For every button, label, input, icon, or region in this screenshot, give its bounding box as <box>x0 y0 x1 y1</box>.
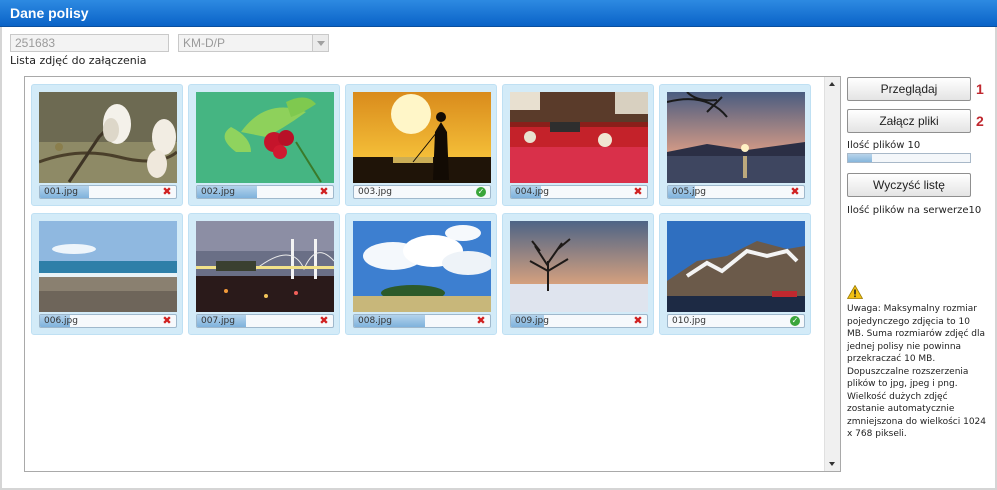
file-progress-bar: 005.jpg ✖ <box>667 185 805 199</box>
clear-list-button[interactable]: Wyczyść listę <box>847 173 971 197</box>
title-bar: Dane polisy <box>0 0 997 27</box>
photo-thumbnail[interactable] <box>196 92 334 183</box>
remove-file-icon[interactable]: ✖ <box>476 315 486 326</box>
photo-tile: 005.jpg ✖ <box>659 84 811 206</box>
file-progress-bar: 006.jpg ✖ <box>39 314 177 328</box>
policy-number-field[interactable]: 251683 <box>10 34 169 52</box>
upload-notice-text: Uwaga: Maksymalny rozmiar pojedynczego z… <box>847 304 987 439</box>
photo-gallery: 001.jpg ✖ 002.jpg ✖ 003.jpg ✓ 004.jpg ✖ … <box>24 76 841 472</box>
photo-thumbnail[interactable] <box>667 221 805 312</box>
remove-file-icon[interactable]: ✖ <box>790 186 800 197</box>
step-number-2: 2 <box>976 113 984 129</box>
beach-shore-image <box>39 221 177 312</box>
remove-file-icon[interactable]: ✖ <box>633 186 643 197</box>
file-name: 004.jpg <box>515 187 549 197</box>
red-berries-image <box>196 92 334 183</box>
attach-files-button[interactable]: Załącz pliki <box>847 109 971 133</box>
photo-thumbnail[interactable] <box>353 92 491 183</box>
photo-thumbnail[interactable] <box>667 92 805 183</box>
file-progress-bar: 008.jpg ✖ <box>353 314 491 328</box>
remove-file-icon[interactable]: ✖ <box>162 315 172 326</box>
file-count-progress-fill <box>848 154 873 162</box>
file-name: 009.jpg <box>515 316 549 326</box>
file-progress-bar: 004.jpg ✖ <box>510 185 648 199</box>
file-name: 001.jpg <box>44 187 78 197</box>
photo-thumbnail[interactable] <box>196 221 334 312</box>
photo-list-label: Lista zdjęć do załączenia <box>10 54 147 67</box>
file-progress-bar: 002.jpg ✖ <box>196 185 334 199</box>
photo-tile: 004.jpg ✖ <box>502 84 654 206</box>
winter-tree-sunset-image <box>510 221 648 312</box>
photo-thumbnail[interactable] <box>510 92 648 183</box>
photo-tile: 003.jpg ✓ <box>345 84 497 206</box>
scroll-down-icon[interactable] <box>825 456 840 471</box>
lake-sunset-image <box>667 92 805 183</box>
page-title: Dane polisy <box>10 5 89 21</box>
frame-border-left <box>0 27 2 490</box>
photo-tile: 001.jpg ✖ <box>31 84 183 206</box>
file-count-progress <box>847 153 971 163</box>
photo-tile: 006.jpg ✖ <box>31 213 183 335</box>
policy-type-value: KM-D/P <box>183 36 225 50</box>
magnolia-flowers-image <box>39 92 177 183</box>
file-name: 005.jpg <box>672 187 706 197</box>
photo-thumbnail[interactable] <box>510 221 648 312</box>
file-name: 007.jpg <box>201 316 235 326</box>
chevron-down-icon[interactable] <box>312 35 328 51</box>
sunset-fisherman-image <box>353 92 491 183</box>
policy-type-select[interactable]: KM-D/P <box>178 34 329 52</box>
photo-tile: 008.jpg ✖ <box>345 213 497 335</box>
photo-thumbnail[interactable] <box>353 221 491 312</box>
remove-file-icon[interactable]: ✖ <box>633 315 643 326</box>
file-progress-bar: 001.jpg ✖ <box>39 185 177 199</box>
mountain-village-image <box>667 221 805 312</box>
scroll-up-icon[interactable] <box>825 77 840 92</box>
photo-tile: 002.jpg ✖ <box>188 84 340 206</box>
file-progress-bar: 003.jpg ✓ <box>353 185 491 199</box>
file-name: 003.jpg <box>358 187 392 197</box>
night-bridge-image <box>196 221 334 312</box>
fruit-market-image <box>510 92 648 183</box>
remove-file-icon[interactable]: ✖ <box>162 186 172 197</box>
photo-thumbnail[interactable] <box>39 92 177 183</box>
file-name: 008.jpg <box>358 316 392 326</box>
vertical-scrollbar[interactable] <box>824 77 840 471</box>
warning-icon <box>847 285 863 299</box>
remove-file-icon[interactable]: ✖ <box>319 186 329 197</box>
upload-ok-icon: ✓ <box>476 187 486 197</box>
file-name: 010.jpg <box>672 316 706 326</box>
photo-tile: 007.jpg ✖ <box>188 213 340 335</box>
remove-file-icon[interactable]: ✖ <box>319 315 329 326</box>
file-count-label: Ilość plików 10 <box>847 140 921 151</box>
file-name: 002.jpg <box>201 187 235 197</box>
file-progress-bar: 007.jpg ✖ <box>196 314 334 328</box>
browse-button[interactable]: Przeglądaj <box>847 77 971 101</box>
upload-ok-icon: ✓ <box>790 316 800 326</box>
clouds-hill-image <box>353 221 491 312</box>
photo-thumbnail[interactable] <box>39 221 177 312</box>
step-number-1: 1 <box>976 81 984 97</box>
server-file-count-label: Ilość plików na serwerze10 <box>847 205 982 216</box>
file-name: 006.jpg <box>44 316 78 326</box>
photo-tile: 009.jpg ✖ <box>502 213 654 335</box>
photo-tile: 010.jpg ✓ <box>659 213 811 335</box>
file-progress-bar: 009.jpg ✖ <box>510 314 648 328</box>
file-progress-bar: 010.jpg ✓ <box>667 314 805 328</box>
